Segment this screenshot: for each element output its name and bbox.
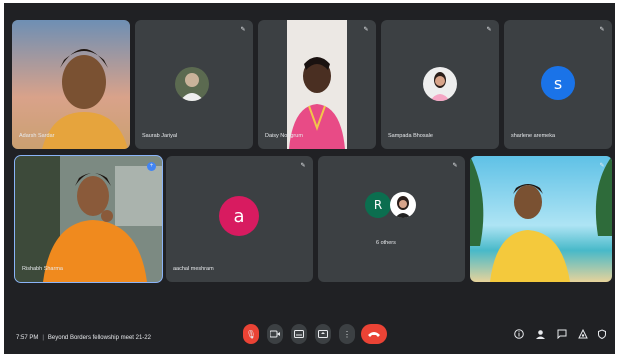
participant-avatar: a (219, 196, 259, 236)
present-icon (318, 330, 328, 338)
people-button[interactable] (534, 327, 546, 341)
avatar-initial: R (373, 198, 383, 212)
mic-toggle-button[interactable]: 🎙 (243, 324, 259, 344)
separator: | (42, 335, 44, 341)
participant-tile[interactable]: a ✎ aachal meshram (166, 156, 313, 282)
participant-avatar (390, 192, 416, 218)
others-tile[interactable]: R ✎ 6 others (318, 156, 465, 282)
chat-icon (557, 329, 567, 339)
participant-name: Sampada Bhosale (388, 133, 433, 139)
participant-avatar (423, 67, 457, 101)
mic-off-icon: ✎ (486, 27, 492, 33)
participant-tile[interactable]: ✎ Sampada Bhosale (381, 20, 499, 149)
info-icon (514, 329, 524, 339)
participant-video (287, 20, 347, 149)
participant-name: Adarsh Sardar (19, 133, 55, 139)
mic-off-icon: ✎ (240, 27, 246, 33)
more-options-button[interactable]: ⋮ (339, 324, 355, 344)
participant-video (12, 20, 130, 149)
participant-avatar: s (541, 66, 575, 100)
people-icon (535, 329, 545, 339)
activities-button[interactable] (577, 327, 589, 341)
more-icon: ⋮ (343, 329, 351, 339)
meeting-details: 7:57 PM | Beyond Borders fellowship meet 2… (16, 335, 151, 341)
participant-tile[interactable]: Adarsh Sardar (12, 20, 130, 149)
captions-button[interactable] (291, 324, 307, 344)
participant-avatar (175, 67, 209, 101)
participant-name: Rishabh Sharma (22, 266, 63, 272)
control-bar: 7:57 PM | Beyond Borders fellowship meet 2… (4, 310, 615, 354)
mic-off-icon: ✎ (599, 163, 605, 169)
camera-toggle-button[interactable] (267, 324, 283, 344)
meeting-title: Beyond Borders fellowship meet 21-22 (47, 335, 151, 341)
avatar-initial: s (553, 73, 563, 93)
participant-video (15, 156, 162, 282)
participant-name: 6 others (376, 240, 396, 246)
chat-button[interactable] (556, 327, 568, 341)
mic-off-icon: ✎ (452, 163, 458, 169)
participant-tile[interactable]: ✎ Saurab Jariyal (135, 20, 253, 149)
meeting-details-button[interactable] (513, 327, 525, 341)
hang-up-icon (368, 332, 380, 337)
present-button[interactable] (315, 324, 331, 344)
more-icon[interactable]: + (147, 162, 156, 171)
camera-icon (270, 330, 280, 338)
participant-name: Daisy Nongrum (265, 133, 303, 139)
participant-tile[interactable]: + Rishabh Sharma (14, 155, 163, 283)
host-controls-button[interactable] (596, 327, 608, 341)
host-controls-icon (598, 329, 606, 339)
participant-avatar: R (365, 192, 391, 218)
leave-call-button[interactable] (361, 324, 387, 344)
participant-tile[interactable]: s ✎ sharlene aremeka (504, 20, 612, 149)
current-time: 7:57 PM (16, 335, 39, 341)
avatar-initial: a (233, 205, 245, 227)
participant-tile[interactable]: ✎ (470, 156, 612, 282)
participant-name: sharlene aremeka (511, 133, 556, 139)
captions-icon (294, 330, 304, 338)
activities-icon (578, 329, 588, 339)
mic-off-icon: ✎ (300, 163, 306, 169)
participant-video (470, 156, 612, 282)
mic-off-icon: ✎ (363, 27, 369, 33)
mic-off-icon: ✎ (599, 27, 605, 33)
participant-name: aachal meshram (173, 266, 214, 272)
participant-tile[interactable]: ✎ Daisy Nongrum (258, 20, 376, 149)
participant-name: Saurab Jariyal (142, 133, 178, 139)
meeting-window: Adarsh Sardar ✎ Saurab Jariyal ✎ Daisy N… (4, 3, 615, 354)
mic-off-icon: 🎙 (245, 329, 257, 339)
